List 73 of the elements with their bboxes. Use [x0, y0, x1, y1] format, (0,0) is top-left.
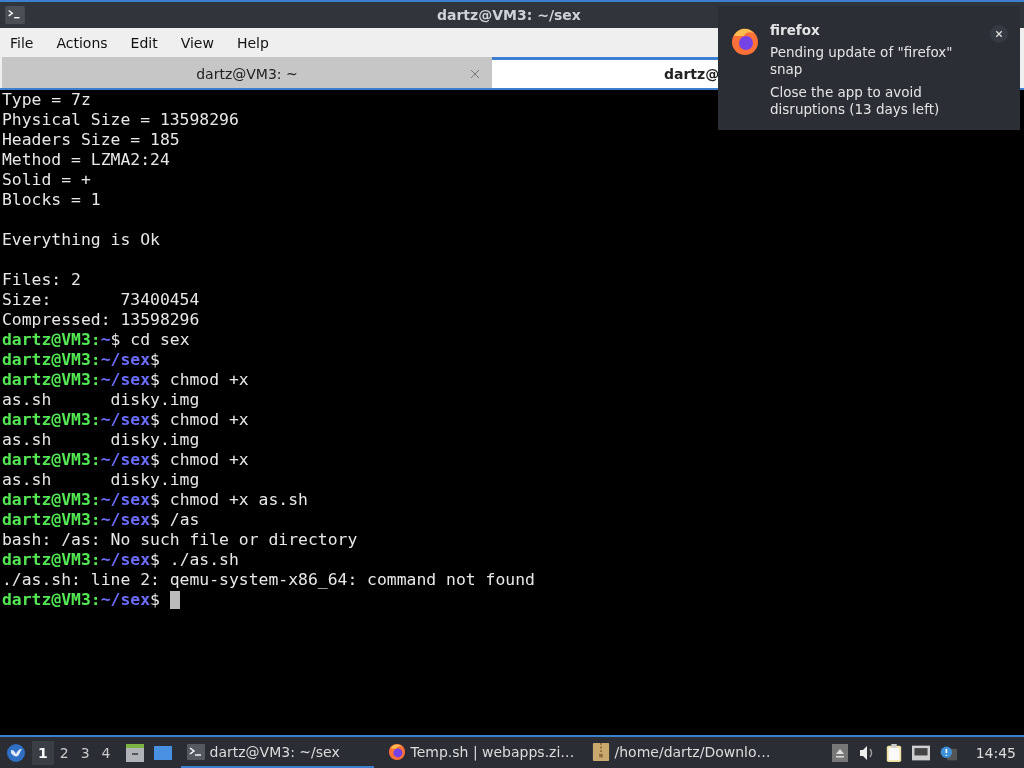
taskbar-task[interactable]: Temp.sh | webapps.zi…: [381, 737, 578, 768]
close-icon[interactable]: [990, 25, 1008, 43]
workspace-button[interactable]: 1: [32, 740, 54, 765]
window-title: dartz@VM3: ~/sex: [437, 7, 581, 23]
taskbar-task[interactable]: dartz@VM3: ~/sex: [180, 737, 374, 768]
prompt-path: ~/sex: [100, 490, 151, 510]
prompt-path: ~/sex: [100, 410, 151, 430]
terminal-output: bash: /as: No such file or directory: [2, 530, 358, 550]
prompt-path: ~/sex: [100, 550, 151, 570]
terminal-command: $ chmod +x: [150, 370, 249, 390]
prompt-user: dartz@VM3:: [2, 550, 101, 570]
notification-icon[interactable]: [938, 743, 957, 762]
terminal-output: as.sh disky.img: [2, 390, 200, 410]
eject-icon[interactable]: [830, 743, 849, 762]
prompt-path: ~/sex: [100, 370, 151, 390]
prompt-user: dartz@VM3:: [2, 330, 101, 350]
notification-message: Pending update of "firefox" snap: [770, 44, 954, 78]
clock[interactable]: 14:45: [975, 744, 1016, 761]
terminal-output: as.sh disky.img: [2, 470, 200, 490]
terminal-icon: [5, 6, 25, 24]
prompt-path: ~: [100, 330, 111, 350]
menu-item[interactable]: File: [10, 34, 34, 51]
prompt-path: ~/sex: [100, 590, 151, 610]
notification-detail: Close the app to avoid disruptions (13 days left): [770, 84, 941, 118]
network-icon[interactable]: [911, 743, 930, 762]
prompt-user: dartz@VM3:: [2, 410, 101, 430]
terminal-command: $ chmod +x: [150, 450, 249, 470]
prompt-user: dartz@VM3:: [2, 370, 101, 390]
workspace-button[interactable]: 4: [95, 740, 117, 765]
terminal-output: Headers Size = 185: [2, 130, 180, 150]
prompt-path: ~/sex: [100, 350, 151, 370]
workspace-button[interactable]: 2: [53, 740, 75, 765]
terminal-command: $ chmod +x as.sh: [150, 490, 308, 510]
prompt-user: dartz@VM3:: [2, 510, 101, 530]
browser-icon: [387, 742, 406, 761]
terminal-command: $ ./as.sh: [150, 550, 239, 570]
prompt-path: ~/sex: [100, 510, 151, 530]
terminal-output: Files: 2: [2, 270, 81, 290]
menu-item[interactable]: View: [180, 34, 214, 51]
menu-item[interactable]: Actions: [56, 34, 108, 51]
terminal-output: Everything is Ok: [2, 230, 160, 250]
terminal-command: $: [150, 350, 160, 370]
terminal-output: Method = LZMA2:24: [2, 150, 170, 170]
file-cabinet-icon[interactable]: [124, 743, 145, 762]
prompt-path: ~/sex: [100, 450, 151, 470]
taskbar-task[interactable]: /home/dartz/Downlo…: [585, 737, 782, 768]
terminal-command: $ /as: [150, 510, 200, 530]
prompt-user: dartz@VM3:: [2, 450, 101, 470]
clipboard-icon[interactable]: [884, 743, 903, 762]
terminal-output: Solid = +: [2, 170, 91, 190]
workspace-button[interactable]: 3: [74, 740, 96, 765]
terminal-output: Physical Size = 13598296: [2, 110, 239, 130]
terminal-command: $ chmod +x: [150, 410, 249, 430]
terminal-output: Compressed: 13598296: [2, 310, 200, 330]
archive-icon: [591, 742, 610, 761]
prompt-user: dartz@VM3:: [2, 590, 101, 610]
menu-item[interactable]: Help: [236, 34, 269, 51]
terminal-output: Type = 7z: [2, 90, 91, 110]
terminal-output: Size: 73400454: [2, 290, 200, 310]
terminal-output: ./as.sh: line 2: qemu-system-x86_64: command not found: [2, 570, 535, 590]
menu-item[interactable]: Edit: [130, 34, 158, 51]
start-menu-icon[interactable]: [6, 742, 26, 763]
tab[interactable]: dartz@VM3: ~: [2, 57, 492, 88]
desktop-icon[interactable]: [152, 743, 173, 762]
browser-icon: [730, 26, 760, 56]
terminal-output: as.sh disky.img: [2, 430, 200, 450]
terminal-command: $: [150, 590, 160, 610]
prompt-user: dartz@VM3:: [2, 350, 101, 370]
terminal-icon: [186, 742, 205, 761]
terminal-output: Blocks = 1: [2, 190, 101, 210]
prompt-user: dartz@VM3:: [2, 490, 101, 510]
notification-title: firefox: [770, 22, 821, 39]
terminal-command: $ cd sex: [110, 330, 190, 350]
